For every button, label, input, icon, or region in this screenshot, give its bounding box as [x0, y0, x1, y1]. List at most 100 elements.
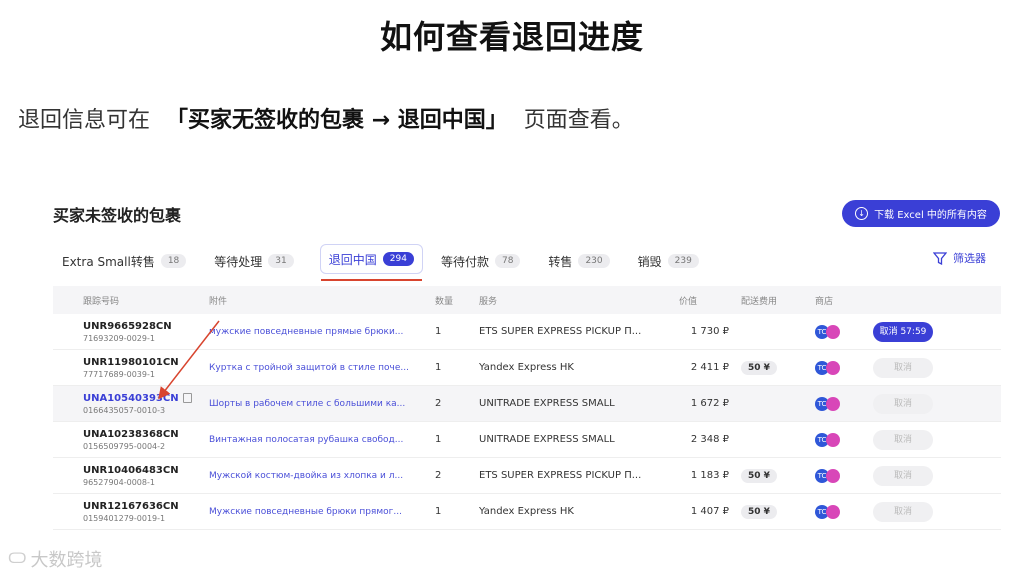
tracking-number: UNR9665928CN [83, 320, 172, 332]
value: 2 411 ₽ [673, 349, 735, 386]
col-attachment: 附件 [203, 286, 429, 314]
tracking-number: UNR11980101CN [83, 356, 179, 368]
table-row: UNA10238368CN 0156509795-0004-2 Винтажная… [53, 421, 1001, 458]
shipping-fee-badge: 50 ¥ [741, 360, 777, 375]
watermark-text: 大数跨境 [30, 550, 103, 571]
col-value: 价值 [673, 286, 735, 314]
col-quantity: 数量 [429, 286, 473, 314]
cancel-button[interactable]: 取消 [873, 501, 933, 522]
tab-label: Extra Small转售 [62, 254, 155, 269]
table-row: UNR9665928CN 71693209-0029-1 мужские повс… [53, 314, 1001, 350]
order-number: 96527904-0008-1 [83, 477, 155, 487]
shipping-fee-badge: 50 ¥ [741, 468, 777, 483]
table-row: UNR11980101CN 77717689-0039-1 Куртка с тр… [53, 349, 1001, 386]
order-number: 0159401279-0019-1 [83, 513, 166, 523]
cancel-button[interactable]: 取消 [873, 357, 933, 378]
watermark: ᑕᑐ 大数跨境 [8, 546, 102, 572]
service: UNITRADE EXPRESS SMALL [473, 385, 673, 422]
table-header: 跟踪号码 附件 数量 服务 价值 配送费用 商店 [53, 286, 1001, 314]
table-row: UNA10540393CN 0166435057-0010-3 Шорты в р… [53, 385, 1001, 422]
item-link[interactable]: Мужские повседневные брюки прямог... [209, 507, 402, 517]
quantity: 1 [429, 314, 473, 350]
value: 2 348 ₽ [673, 421, 735, 458]
copy-icon[interactable] [182, 392, 192, 403]
filter-button[interactable]: 筛选器 [933, 250, 986, 266]
tab-label: 销毁 [637, 254, 662, 269]
order-number: 77717689-0039-1 [83, 369, 155, 379]
col-action [867, 286, 1001, 314]
tab-count: 78 [494, 254, 521, 268]
intro-suffix: 页面查看。 [523, 108, 634, 133]
download-excel-button[interactable]: ↓ 下载 Excel 中的所有内容 [842, 200, 1000, 227]
quantity: 2 [429, 385, 473, 422]
tab-resale[interactable]: 转售 230 [546, 248, 619, 274]
order-number: 71693209-0029-1 [83, 333, 155, 343]
quantity: 1 [429, 421, 473, 458]
table-row: UNR12167636CN 0159401279-0019-1 Мужские п… [53, 493, 1001, 530]
tracking-number[interactable]: UNA10540393CN [83, 392, 197, 404]
tab-destroy[interactable]: 销毁 239 [636, 248, 709, 274]
service: Yandex Express HK [473, 349, 673, 386]
cancel-button[interactable]: 取消 [873, 465, 933, 486]
col-shipping-fee: 配送费用 [735, 286, 809, 314]
tab-count: 230 [578, 254, 610, 268]
store-icon: TC [815, 396, 840, 411]
value: 1 730 ₽ [673, 314, 735, 350]
quantity: 1 [429, 493, 473, 530]
filter-icon [933, 251, 947, 265]
item-link[interactable]: Шорты в рабочем стиле с большими ка... [209, 399, 405, 409]
order-number: 0156509795-0004-2 [83, 441, 166, 451]
tab-label: 等待付款 [440, 254, 489, 269]
item-link[interactable]: Куртка с тройной защитой в стиле поче... [209, 363, 409, 373]
watermark-logo-icon: ᑕᑐ [8, 551, 27, 567]
slide-title: 如何查看退回进度 [379, 18, 644, 56]
filter-label: 筛选器 [953, 252, 986, 265]
table-row: UNR10406483CN 96527904-0008-1 Мужской кос… [53, 457, 1001, 494]
col-tracking: 跟踪号码 [53, 286, 203, 314]
parcels-table: 跟踪号码 附件 数量 服务 价值 配送费用 商店 UNR9665928CN 716… [53, 286, 1001, 530]
value: 1 672 ₽ [673, 385, 735, 422]
store-icon: TC [815, 468, 840, 483]
service: ETS SUPER EXPRESS PICKUP П... [473, 314, 673, 350]
tab-count: 31 [268, 254, 294, 268]
col-store: 商店 [809, 286, 867, 314]
store-icon: TC [815, 360, 840, 375]
intro-prefix: 退回信息可在 [18, 108, 151, 133]
store-icon: TC [815, 324, 840, 339]
order-number: 0166435057-0010-3 [83, 405, 166, 415]
tab-label: 转售 [548, 254, 573, 269]
service: UNITRADE EXPRESS SMALL [473, 421, 673, 458]
panel-title: 买家未签收的包裹 [53, 206, 182, 225]
shipping-fee-badge: 50 ¥ [741, 504, 777, 519]
tab-extra-small-resale[interactable]: Extra Small转售 18 [60, 248, 196, 274]
intro-path: 「买家无签收的包裹 → 退回中国」 [166, 108, 508, 133]
col-service: 服务 [473, 286, 673, 314]
tracking-number: UNA10238368CN [83, 428, 179, 440]
download-icon: ↓ [855, 207, 869, 220]
download-label: 下载 Excel 中的所有内容 [874, 210, 987, 221]
tab-label: 退回中国 [328, 252, 377, 267]
value: 1 407 ₽ [673, 493, 735, 530]
cancel-button[interactable]: 取消 [873, 393, 933, 414]
tab-count: 239 [667, 254, 699, 268]
tracking-number: UNR12167636CN [83, 500, 179, 512]
tab-return-to-china[interactable]: 退回中国 294 [319, 244, 423, 281]
quantity: 1 [429, 349, 473, 386]
intro-text: 退回信息可在 「买家无签收的包裹 → 退回中国」 页面查看。 [18, 102, 634, 134]
service: ETS SUPER EXPRESS PICKUP П... [473, 457, 673, 494]
service: Yandex Express HK [473, 493, 673, 530]
store-icon: TC [815, 432, 840, 447]
quantity: 2 [429, 457, 473, 494]
item-link[interactable]: Мужской костюм-двойка из хлопка и л... [209, 471, 403, 481]
value: 1 183 ₽ [673, 457, 735, 494]
cancel-button[interactable]: 取消 [873, 429, 933, 450]
tab-count: 294 [382, 252, 414, 266]
tab-label: 等待处理 [214, 254, 263, 269]
cancel-button[interactable]: 取消 57:59 [873, 321, 933, 342]
tab-pending[interactable]: 等待处理 31 [212, 248, 303, 274]
store-icon: TC [815, 504, 840, 519]
tab-awaiting-payment[interactable]: 等待付款 78 [439, 248, 530, 274]
item-link[interactable]: мужские повседневные прямые брюки... [209, 327, 403, 337]
unclaimed-parcels-panel: 买家未签收的包裹 ↓ 下载 Excel 中的所有内容 Extra Small转售… [40, 188, 1010, 538]
item-link[interactable]: Винтажная полосатая рубашка свобод... [209, 435, 403, 445]
